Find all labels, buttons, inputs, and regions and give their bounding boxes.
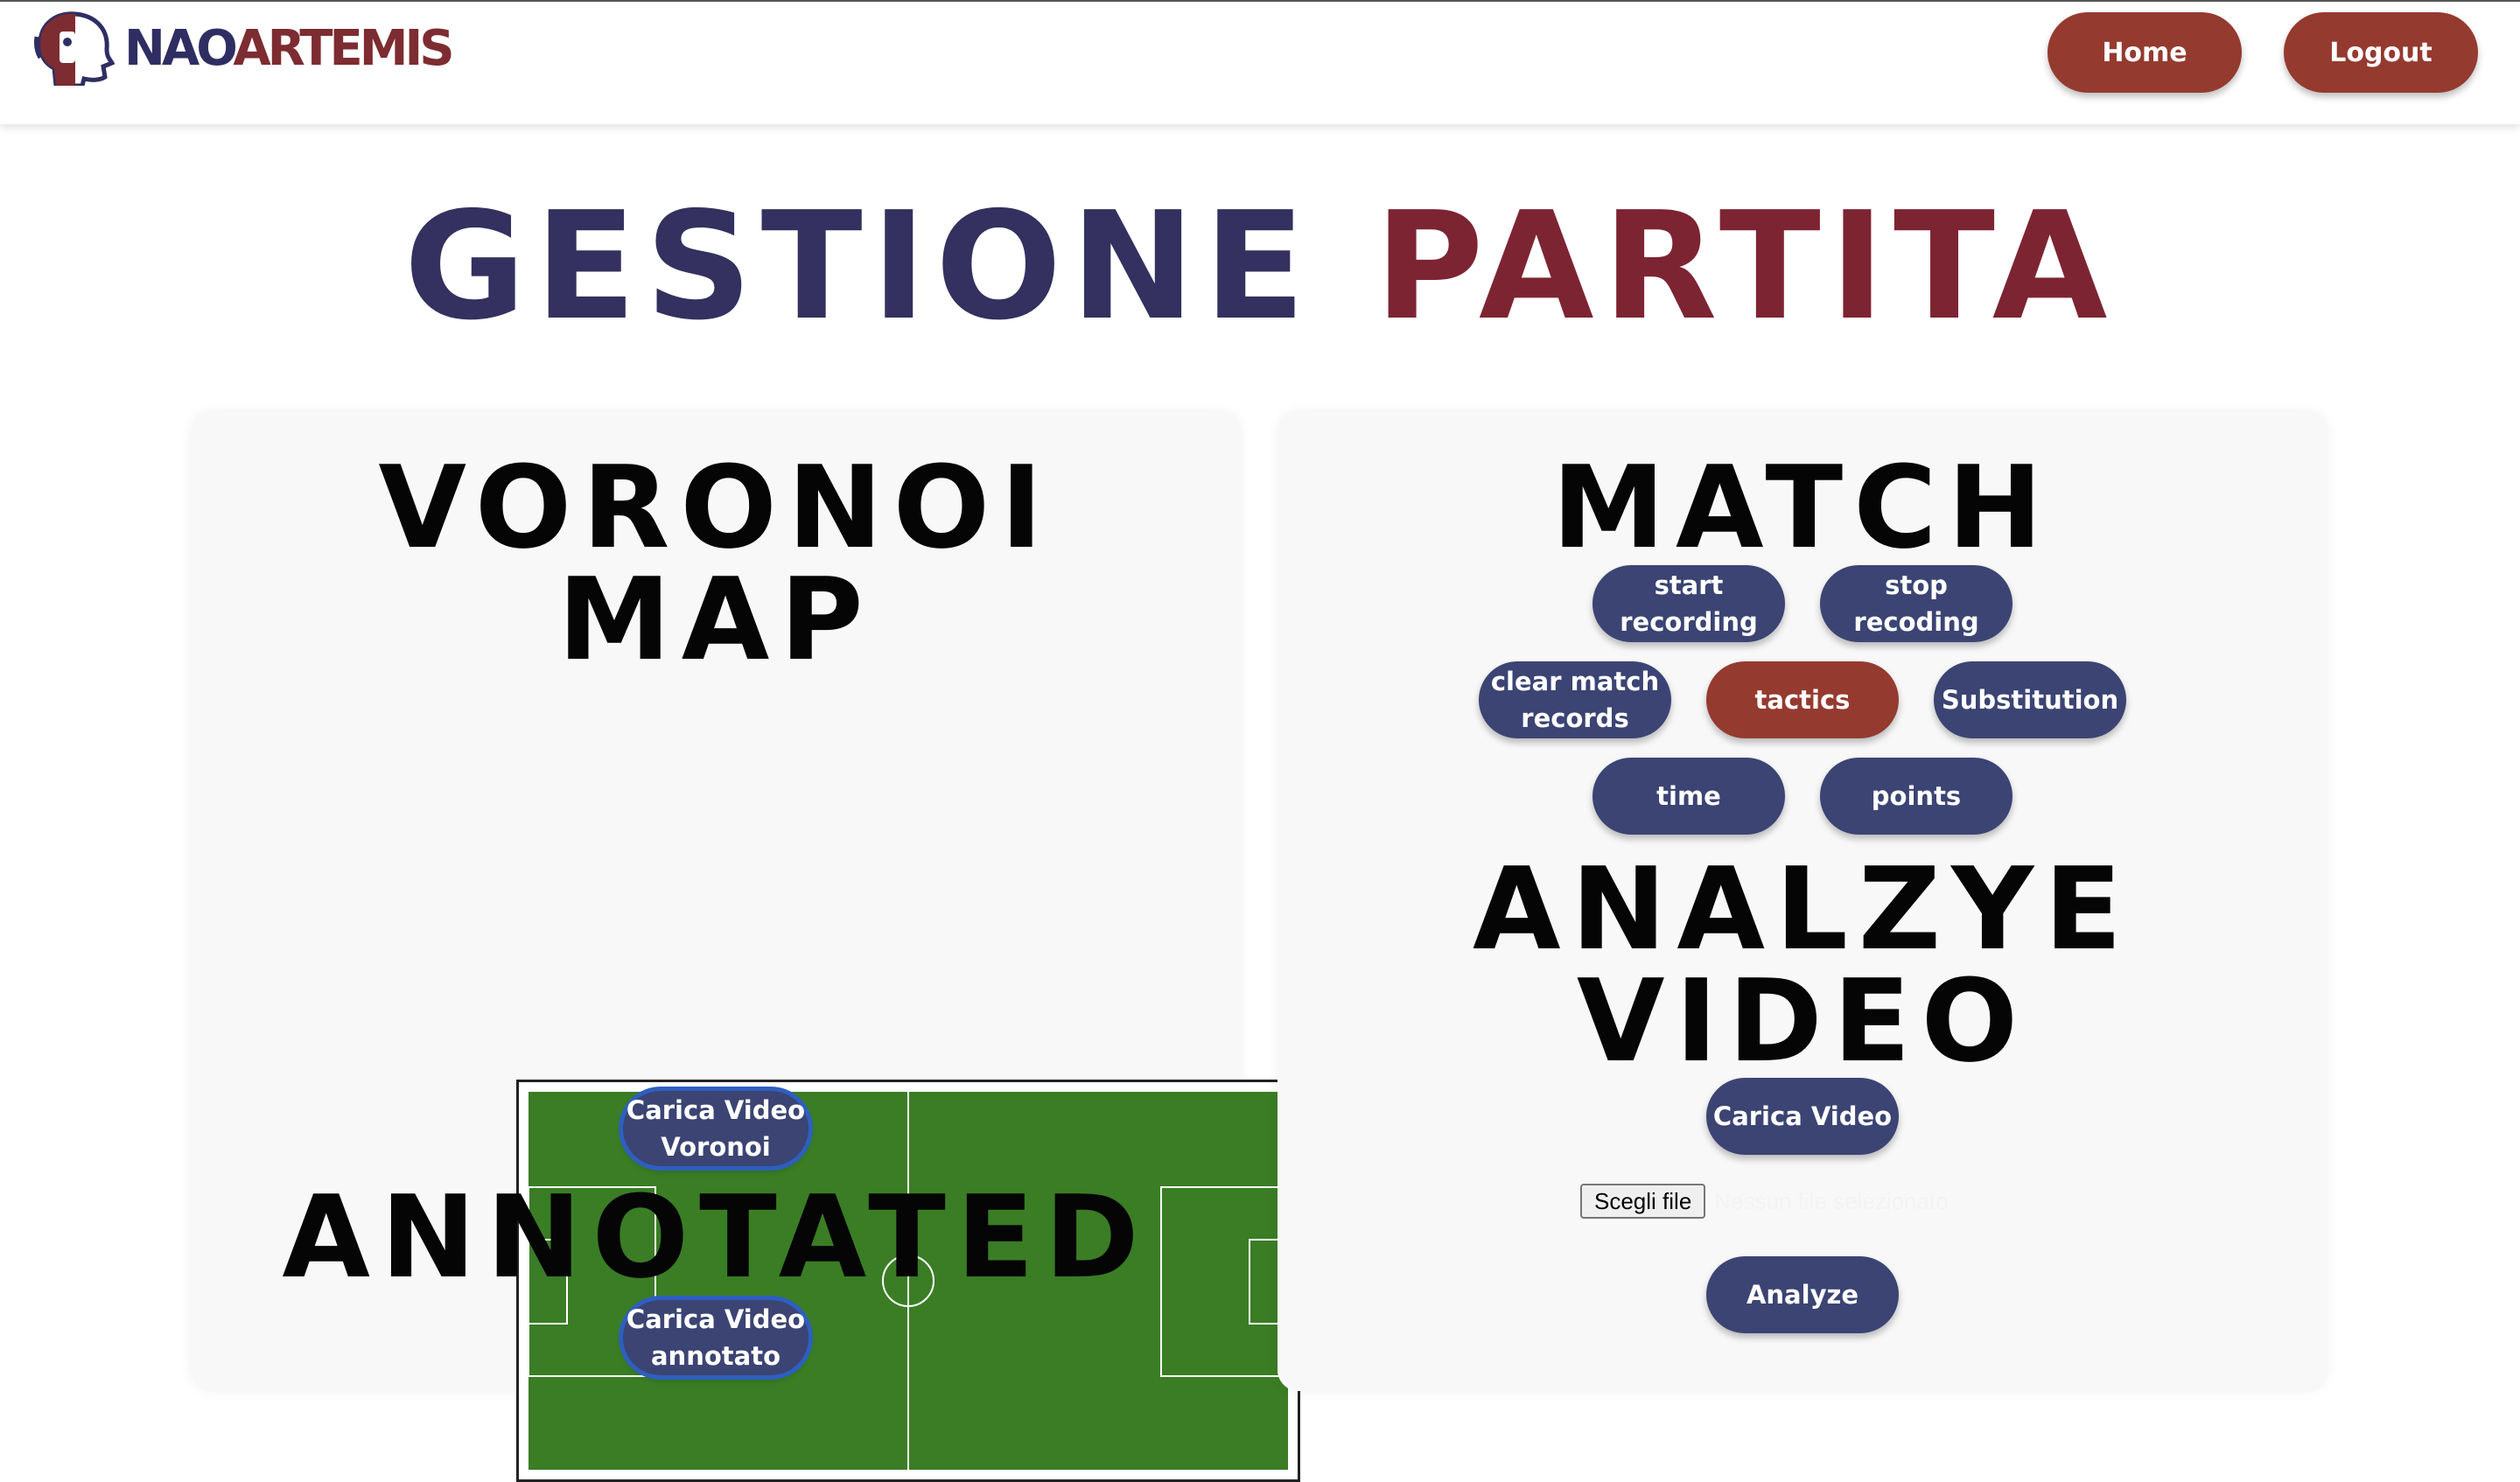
voronoi-title-line1: VORONOI — [378, 441, 1054, 574]
top-navbar: NAOARTEMIS Home Logout — [0, 0, 2520, 124]
logout-button[interactable]: Logout — [2284, 12, 2478, 93]
start-recording-line1: start — [1654, 570, 1724, 600]
brand-logo[interactable]: NAOARTEMIS — [33, 10, 455, 86]
voronoi-card: VORONOI MAP Carica Video Voronoi ANNOTAT… — [191, 411, 1300, 1482]
start-recording-line2: recording — [1620, 607, 1758, 637]
logo-text-nao: NAO — [124, 19, 236, 77]
clear-match-line2: records — [1521, 703, 1629, 733]
upload-annotated-line2: annotato — [650, 1341, 780, 1371]
robot-head-logo-icon — [34, 11, 116, 86]
page-title-partita: PARTITA — [1375, 180, 2117, 353]
clear-match-line1: clear match — [1490, 667, 1660, 696]
stop-recording-line2: recoding — [1853, 607, 1979, 637]
voronoi-title: VORONOI MAP — [191, 441, 1241, 686]
stop-recording-button[interactable]: stop recoding — [1820, 565, 2012, 642]
start-recording-button[interactable]: start recording — [1592, 565, 1785, 642]
match-title: MATCH — [1551, 441, 2054, 574]
analyze-video-title: ANALZYE VIDEO — [1278, 842, 2328, 1087]
voronoi-title-line2: MAP — [557, 553, 874, 686]
logo-text: NAOARTEMIS — [124, 19, 455, 77]
upload-voronoi-line2: Voronoi — [661, 1132, 771, 1162]
page-title-gestione: GESTIONE — [403, 180, 1314, 353]
page-title: GESTIONE PARTITA — [0, 192, 2520, 341]
logo-text-artemis: ARTEMIS — [233, 19, 454, 77]
tactics-button[interactable]: tactics — [1706, 661, 1899, 738]
stop-recording-line1: stop — [1885, 570, 1948, 600]
match-card: MATCH start recording stop recoding clea… — [1278, 411, 2328, 1391]
file-picker: Scegli file Nessun file selezionato — [1580, 1183, 1949, 1220]
upload-annotated-line1: Carica Video — [626, 1304, 806, 1334]
upload-voronoi-line1: Carica Video — [626, 1095, 806, 1125]
analyze-title-line1: ANALZYE — [1472, 842, 2133, 975]
points-button[interactable]: points — [1820, 758, 2012, 835]
upload-voronoi-button[interactable]: Carica Video Voronoi — [623, 1091, 808, 1166]
substitution-button[interactable]: Substitution — [1934, 661, 2126, 738]
upload-video-button[interactable]: Carica Video — [1706, 1078, 1899, 1155]
analyze-button[interactable]: Analyze — [1706, 1256, 1899, 1333]
choose-file-button[interactable]: Scegli file — [1580, 1184, 1706, 1219]
analyze-title-line2: VIDEO — [1576, 954, 2029, 1087]
file-status-text: Nessun file selezionato — [1714, 1187, 1949, 1214]
upload-annotated-button[interactable]: Carica Video annotato — [623, 1300, 808, 1375]
annotated-title: ANNOTATED — [282, 1171, 1150, 1304]
time-button[interactable]: time — [1592, 758, 1785, 835]
home-button[interactable]: Home — [2048, 12, 2242, 93]
clear-match-records-button[interactable]: clear match records — [1479, 661, 1671, 738]
